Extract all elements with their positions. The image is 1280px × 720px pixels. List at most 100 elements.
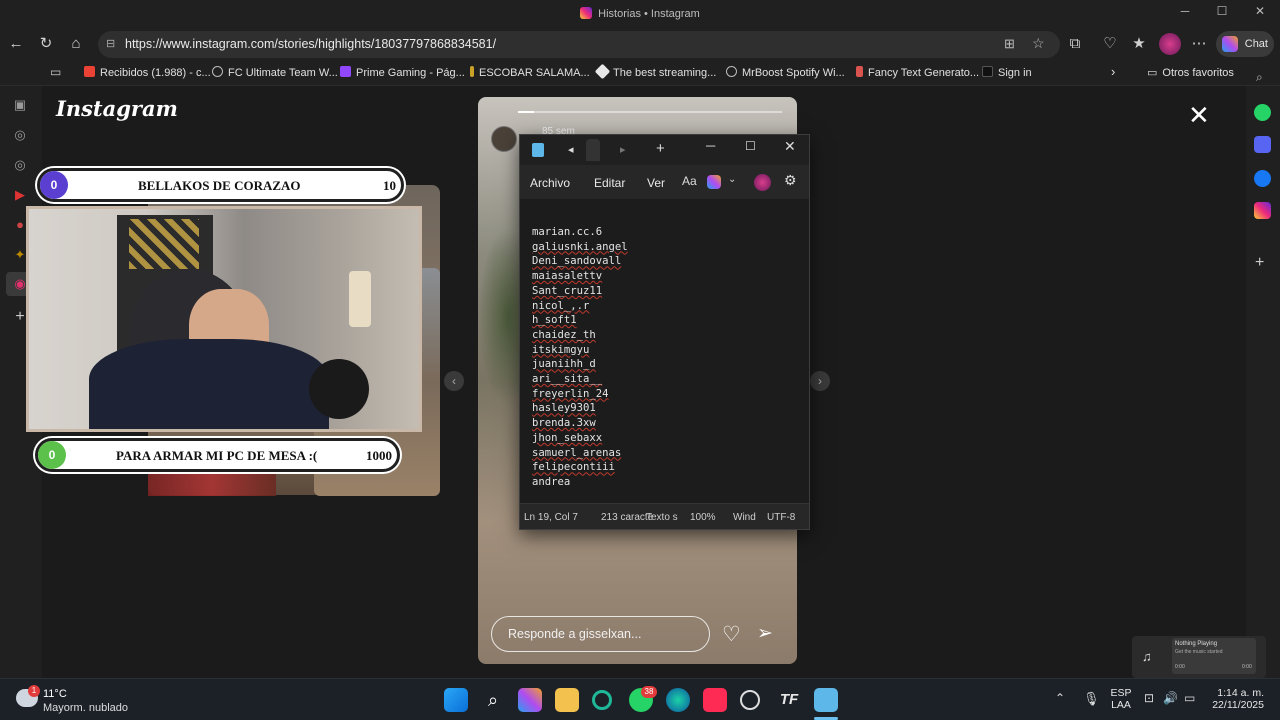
notepad-maximize-button[interactable]: ☐	[745, 139, 756, 153]
notepad-minimize-button[interactable]: ─	[706, 138, 715, 153]
maximize-button[interactable]: ☐	[1207, 4, 1237, 24]
folder-icon: ▭	[1147, 67, 1158, 79]
notepad-line: h_soft1	[532, 314, 577, 327]
favorite-star-icon[interactable]: ☆	[1032, 35, 1045, 52]
status-encoding: UTF-8	[767, 512, 796, 523]
notepad-line: freyerlin_24	[532, 387, 609, 400]
microphone-icon[interactable]: 🎙	[1083, 691, 1100, 707]
other-favorites-folder[interactable]: ▭ Otros favoritos	[1147, 66, 1234, 79]
search-icon[interactable]: ⌕	[481, 688, 505, 712]
chevron-down-icon[interactable]: ⌄	[728, 174, 736, 185]
goal-2-target: 1000	[366, 448, 392, 463]
story-author-avatar[interactable]	[491, 126, 517, 152]
minimize-button[interactable]: ─	[1170, 4, 1200, 24]
refresh-icon[interactable]: ↻	[35, 33, 57, 55]
settings-gear-icon[interactable]: ⚙	[784, 172, 797, 189]
battery-icon[interactable]: ▭	[1184, 691, 1195, 705]
search-icon[interactable]: ⌕	[1256, 70, 1263, 85]
like-heart-icon[interactable]: ♡	[722, 622, 741, 647]
close-window-button[interactable]: ✕	[1245, 4, 1275, 24]
bookmark-sign-in[interactable]: Sign in	[982, 66, 1032, 79]
notepad-status-bar: Ln 19, Col 7 213 caracte Texto s 100% Wi…	[520, 503, 809, 529]
notepad-tab[interactable]	[586, 139, 600, 161]
copilot-taskbar-icon[interactable]	[518, 688, 542, 712]
notepad-text-area[interactable]: marian.cc.6 galiusnki.angel Deni_sandovall…	[520, 199, 809, 503]
show-hidden-icons[interactable]: ⌃	[1055, 691, 1065, 705]
weather-temperature[interactable]: 11°C	[43, 688, 67, 700]
menu-editar[interactable]: Editar	[594, 176, 625, 190]
copilot-icon[interactable]	[707, 175, 721, 189]
start-button[interactable]	[444, 688, 468, 712]
tab-globe-icon[interactable]: ◎	[11, 126, 29, 144]
address-bar[interactable]: ⊟ https://www.instagram.com/stories/high…	[98, 31, 1060, 58]
chrome-like-icon[interactable]	[740, 690, 760, 710]
app-available-icon[interactable]: ⊞	[1004, 36, 1015, 52]
notepad-line: ari__sita__	[532, 373, 603, 386]
status-line-ending: Wind	[733, 512, 756, 523]
media-player-widget[interactable]: ♫ Nothing Playing Get the music started …	[1132, 636, 1266, 678]
bookmark-escobar[interactable]: ESCOBAR SALAMA...	[470, 66, 590, 79]
network-icon[interactable]: ⊡	[1144, 691, 1154, 705]
facebook-icon[interactable]	[1254, 170, 1271, 187]
site-info-icon[interactable]: ⊟	[106, 37, 115, 50]
close-story-icon[interactable]: ✕	[1188, 102, 1210, 128]
browser-essentials-icon[interactable]: ♡	[1099, 33, 1121, 55]
bookmark-gmail[interactable]: Recibidos (1.988) - c...	[84, 66, 211, 79]
discord-icon[interactable]	[1254, 136, 1271, 153]
tiktok-icon[interactable]	[703, 688, 727, 712]
tab-scroll-left-icon[interactable]: ◂	[568, 143, 574, 156]
tab-youtube-icon[interactable]: ▶	[11, 186, 29, 204]
chat-label: Chat	[1244, 38, 1268, 50]
tab-globe-icon[interactable]: ◎	[11, 156, 29, 174]
notepad-close-button[interactable]: ✕	[784, 138, 796, 155]
language-indicator[interactable]: ESP LAA	[1108, 687, 1134, 711]
whatsapp-icon[interactable]	[1254, 104, 1271, 121]
tf-app-icon[interactable]: TF	[777, 688, 801, 712]
extensions-icon[interactable]: ⧉	[1064, 33, 1086, 55]
whatsapp-badge: 38	[641, 686, 657, 698]
person-hoodie	[89, 339, 329, 429]
volume-icon[interactable]: 🔊	[1163, 691, 1178, 705]
next-story-arrow[interactable]: ›	[810, 371, 830, 391]
clock[interactable]: 1:14 a. m. 22/11/2025	[1204, 687, 1264, 711]
instagram-logo[interactable]: Instagram	[56, 96, 178, 121]
profile-avatar[interactable]	[1159, 33, 1181, 55]
microphone	[309, 359, 369, 419]
window-title: Historias • Instagram	[0, 7, 1280, 20]
status-position: Ln 19, Col 7	[524, 512, 578, 523]
previous-story-arrow[interactable]: ‹	[444, 371, 464, 391]
notepad-tab-bar: ◂ ▸ + ─ ☐ ✕	[520, 135, 809, 165]
media-title: Nothing Playing	[1175, 641, 1218, 647]
notepad-taskbar-icon[interactable]	[814, 688, 838, 712]
add-sidebar-app-icon[interactable]: +	[1255, 254, 1264, 272]
account-avatar[interactable]	[754, 174, 771, 191]
collections-icon[interactable]: ▭	[50, 65, 61, 79]
file-explorer-icon[interactable]	[555, 688, 579, 712]
status-zoom[interactable]: 100%	[690, 512, 716, 523]
edge-taskbar-icon[interactable]	[666, 688, 690, 712]
bookmark-fancy-text[interactable]: Fancy Text Generato...	[856, 66, 979, 79]
reply-input[interactable]: Responde a gisselxan...	[491, 616, 710, 652]
back-icon[interactable]: ←	[5, 33, 27, 55]
new-tab-plus-icon[interactable]: +	[656, 140, 665, 157]
bookmark-mrboost[interactable]: MrBoost Spotify Wi...	[726, 66, 845, 79]
menu-archivo[interactable]: Archivo	[530, 176, 570, 190]
home-icon[interactable]: ⌂	[65, 33, 87, 55]
favorites-icon[interactable]: ★	[1128, 33, 1150, 55]
instagram-icon[interactable]	[1254, 202, 1271, 219]
bookmark-fc-ultimate[interactable]: FC Ultimate Team W...	[212, 66, 338, 79]
bookmark-streaming[interactable]: The best streaming...	[594, 63, 716, 80]
menu-ver[interactable]: Ver	[647, 176, 665, 190]
fancy-text-icon	[856, 66, 863, 77]
notepad-line: chaidez_th	[532, 328, 596, 341]
weather-description[interactable]: Mayorm. nublado	[43, 702, 128, 714]
text-format-icon[interactable]: Aa	[682, 174, 697, 188]
send-icon[interactable]: ➢	[757, 622, 773, 645]
tab-scroll-right-icon[interactable]: ▸	[620, 143, 626, 156]
app-c-icon[interactable]	[592, 690, 612, 710]
more-options-icon[interactable]: ⋯	[1188, 33, 1210, 55]
bookmark-prime-gaming[interactable]: Prime Gaming - Pág...	[340, 66, 465, 79]
tab-actions-icon[interactable]: ▣	[11, 96, 29, 114]
chevron-right-icon[interactable]: ›	[1111, 64, 1115, 79]
copilot-chat-button[interactable]: Chat	[1216, 31, 1274, 57]
